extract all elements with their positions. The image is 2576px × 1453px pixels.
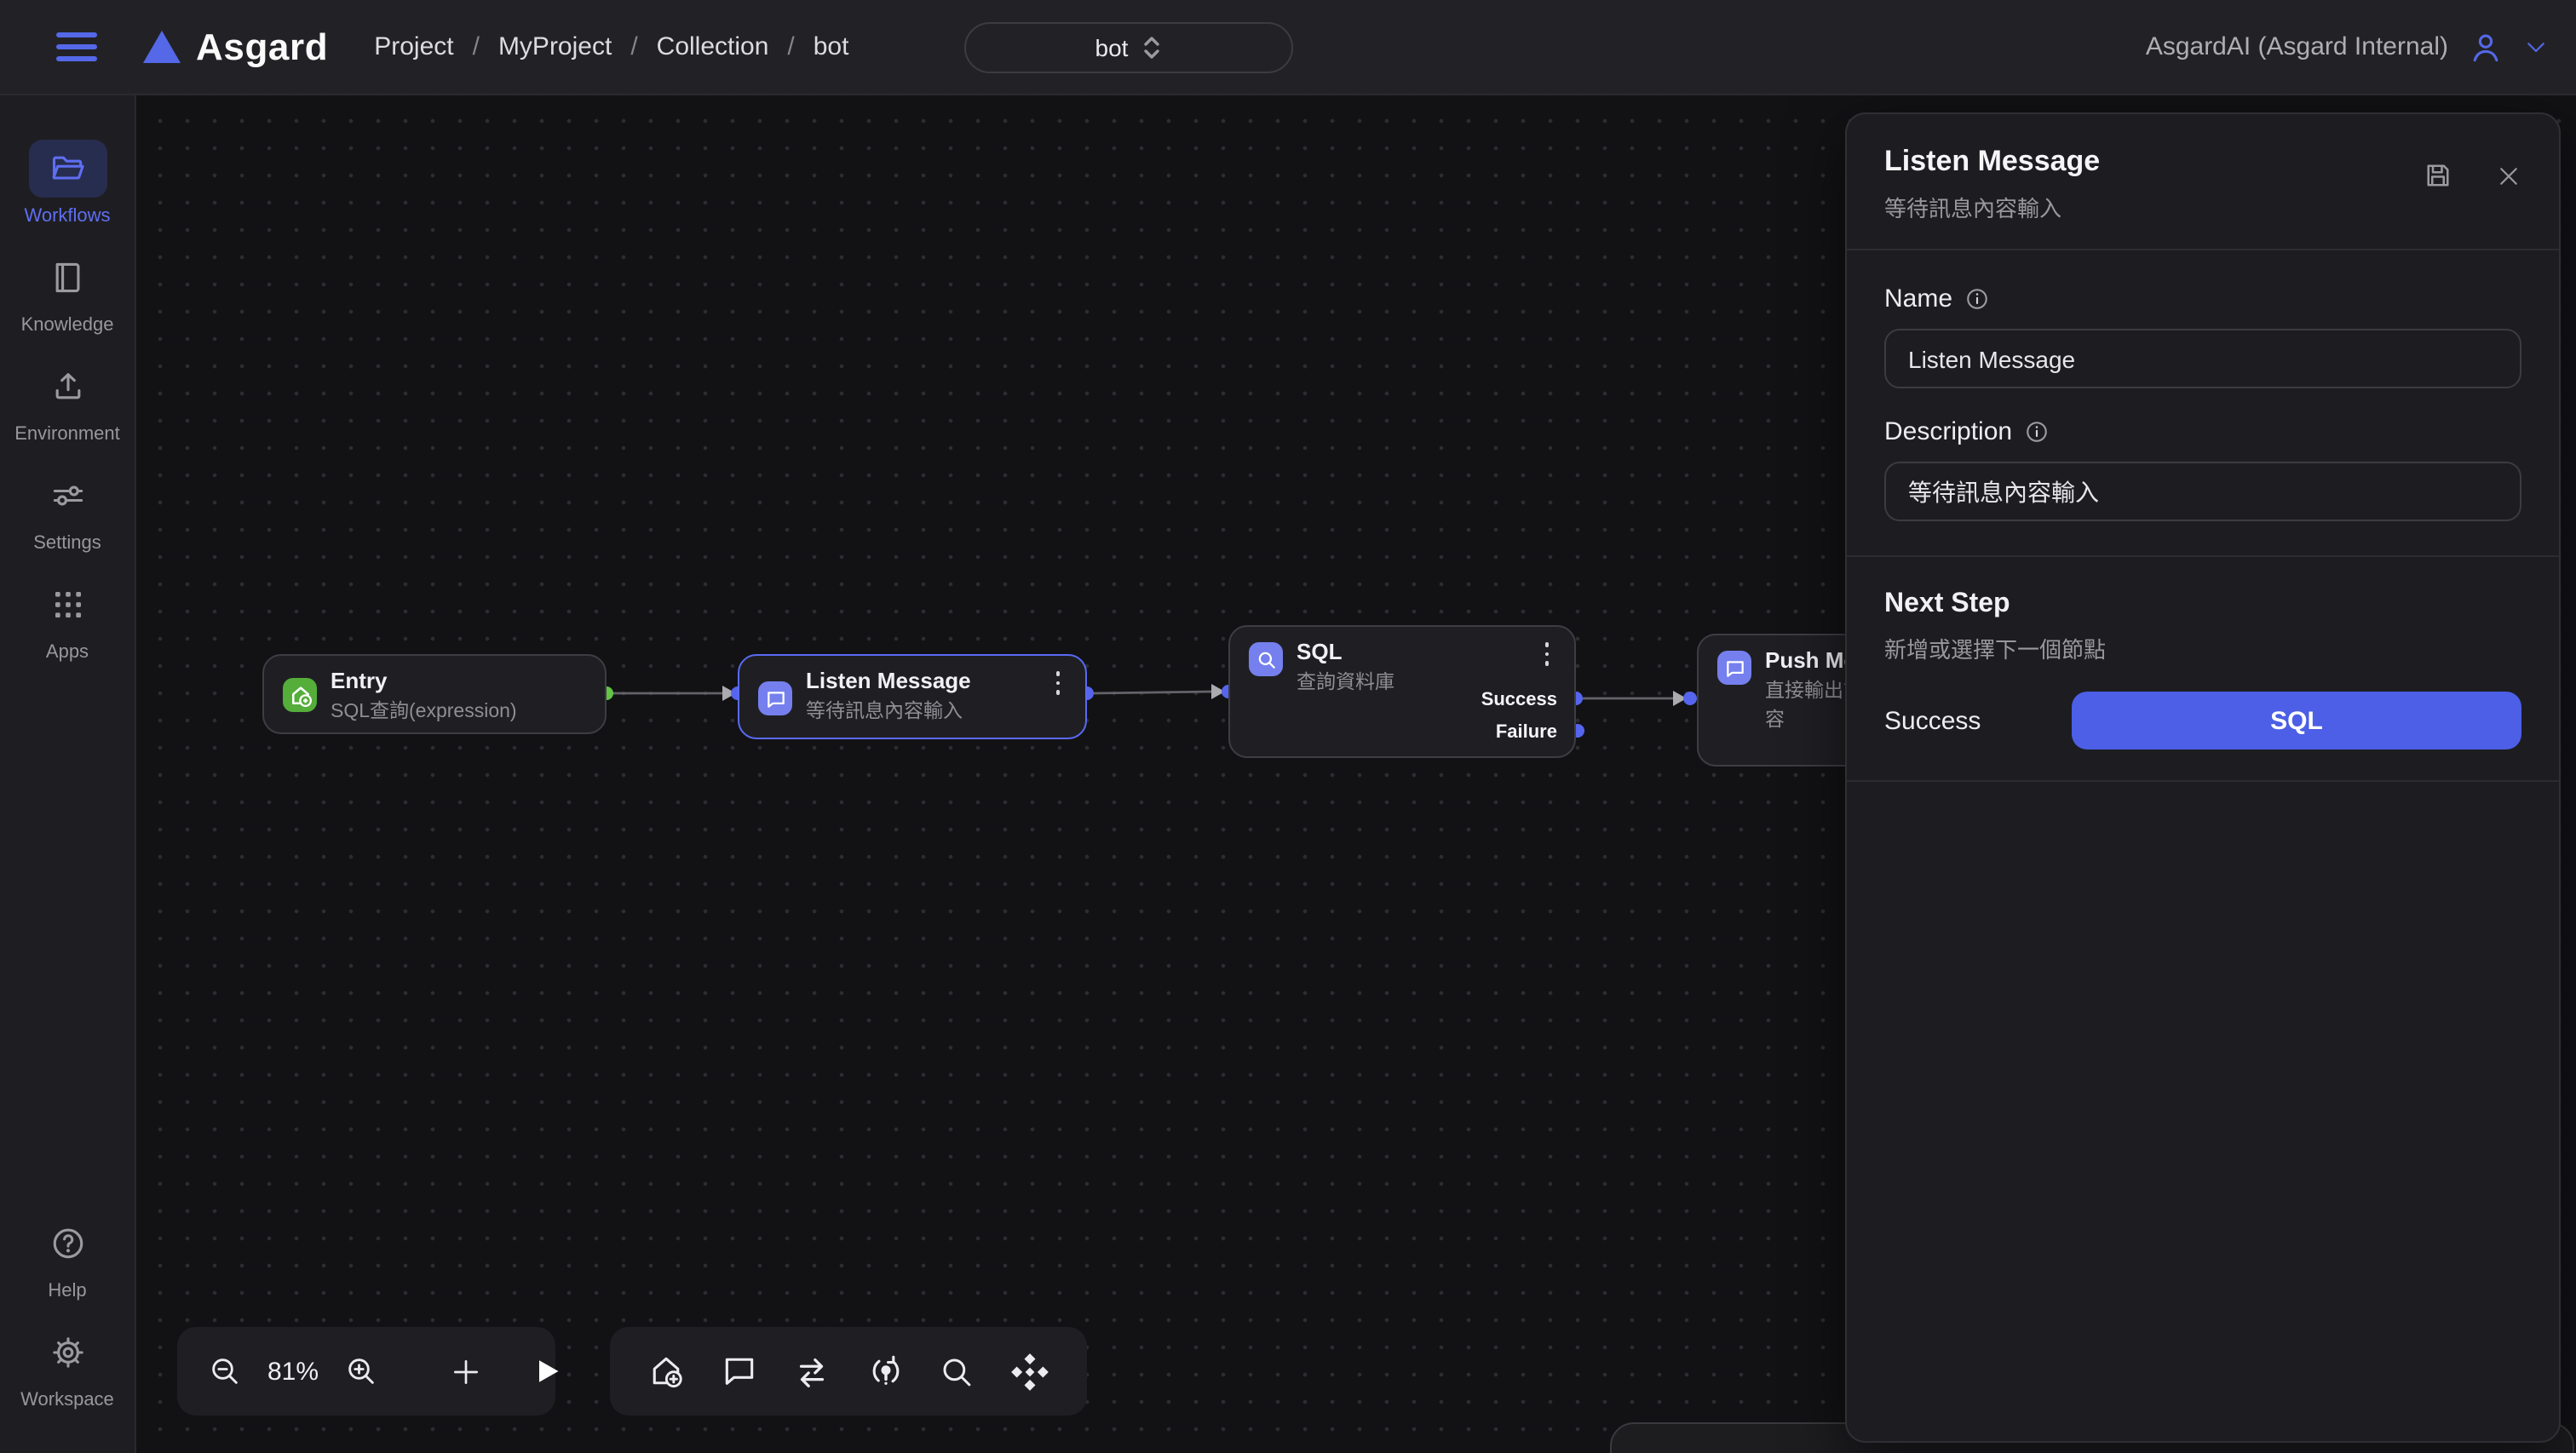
transfer-node-icon[interactable]: [792, 1352, 831, 1391]
breadcrumb: Project / MyProject / Collection / bot: [374, 32, 848, 61]
sidebar-item-label: Apps: [46, 642, 89, 663]
breadcrumb-item-bot[interactable]: bot: [814, 32, 849, 61]
workflow-select[interactable]: bot: [964, 22, 1293, 73]
panel-header: Listen Message 等待訊息內容輸入: [1847, 114, 2559, 250]
node-title: Listen Message: [806, 668, 971, 693]
info-icon[interactable]: [2024, 419, 2050, 445]
field-label-text: Name: [1884, 284, 1952, 313]
sidebar-item-label: Workspace: [20, 1390, 114, 1410]
info-icon[interactable]: [1964, 286, 1990, 312]
sidebar-item-label: Environment: [14, 424, 120, 445]
breadcrumb-separator: /: [787, 32, 794, 61]
breadcrumb-item-collection[interactable]: Collection: [657, 32, 769, 61]
node-title: SQL: [1297, 639, 1342, 664]
next-step-row: Success SQL: [1884, 692, 2521, 749]
sidebar-item-label: Help: [48, 1281, 86, 1301]
next-step-title: Next Step: [1884, 557, 2521, 620]
logo-triangle-icon: [143, 31, 181, 63]
message-node-icon[interactable]: [720, 1352, 757, 1390]
panel-subtitle: 等待訊息內容輸入: [1884, 191, 2521, 223]
zoom-in-icon[interactable]: [344, 1354, 378, 1388]
name-field-label: Name: [1884, 284, 2521, 313]
menu-icon[interactable]: [56, 26, 97, 68]
sidebar: Workflows Knowledge Environment Settings: [0, 95, 136, 1453]
name-input[interactable]: [1884, 329, 2521, 388]
chat-bubble-icon: [758, 681, 792, 715]
chat-bubble-icon: [1717, 651, 1751, 685]
sidebar-item-label: Settings: [33, 533, 101, 554]
node-output-failure: Failure: [1496, 722, 1557, 743]
close-icon[interactable]: [2496, 163, 2521, 188]
search-node-icon[interactable]: [940, 1353, 975, 1389]
sidebar-item-apps[interactable]: Apps: [6, 576, 129, 663]
account-menu[interactable]: AsgardAI (Asgard Internal): [2146, 28, 2549, 66]
node-entry[interactable]: Entry SQL查詢(expression): [262, 654, 607, 734]
breadcrumb-item-myproject[interactable]: MyProject: [498, 32, 612, 61]
node-title: Entry: [331, 668, 387, 693]
sidebar-item-label: Workflows: [24, 206, 110, 227]
folder-icon: [28, 140, 106, 198]
zoom-toolbar: 81%: [177, 1327, 555, 1416]
sidebar-item-workflows[interactable]: Workflows: [6, 140, 129, 227]
intent-node-icon[interactable]: [867, 1352, 905, 1390]
sidebar-item-help[interactable]: Help: [6, 1215, 129, 1301]
panel-divider: [1847, 780, 2559, 782]
save-icon[interactable]: [2423, 160, 2453, 191]
home-plus-icon: [283, 678, 317, 712]
sidebar-item-label: Knowledge: [21, 315, 114, 336]
zoom-level: 81%: [264, 1357, 322, 1386]
move-node-icon[interactable]: [1010, 1352, 1049, 1391]
add-node-icon[interactable]: [450, 1355, 482, 1387]
breadcrumb-separator: /: [630, 32, 637, 61]
field-label-text: Description: [1884, 417, 2012, 446]
chevron-down-icon: [2523, 34, 2549, 60]
sidebar-item-workspace[interactable]: Workspace: [6, 1324, 129, 1410]
node-output-success: Success: [1481, 690, 1557, 710]
book-icon: [28, 249, 106, 307]
description-field-label: Description: [1884, 417, 2521, 446]
user-icon: [2467, 28, 2504, 66]
next-step-target-button[interactable]: SQL: [2072, 692, 2521, 749]
next-step-branch-label: Success: [1884, 706, 2072, 735]
select-updown-icon: [1141, 36, 1162, 60]
sidebar-item-environment[interactable]: Environment: [6, 358, 129, 445]
node-menu-icon[interactable]: [1055, 671, 1060, 694]
app-logo[interactable]: Asgard: [143, 25, 328, 69]
description-input[interactable]: [1884, 462, 2521, 521]
workflow-select-value: bot: [1095, 34, 1129, 61]
node-palette-toolbar: [610, 1327, 1087, 1416]
breadcrumb-item-project[interactable]: Project: [374, 32, 453, 61]
upload-icon: [28, 358, 106, 416]
sidebar-item-settings[interactable]: Settings: [6, 467, 129, 554]
breadcrumb-separator: /: [473, 32, 480, 61]
port-push-in: [1683, 692, 1697, 705]
account-label: AsgardAI (Asgard Internal): [2146, 32, 2448, 61]
node-config-panel: Listen Message 等待訊息內容輸入 Name: [1845, 112, 2561, 1443]
zoom-out-icon[interactable]: [208, 1354, 242, 1388]
magnifier-icon: [1249, 642, 1283, 676]
node-subtitle: 等待訊息內容輸入: [806, 698, 963, 727]
help-circle-icon: [28, 1215, 106, 1272]
run-workflow-icon[interactable]: [532, 1356, 562, 1387]
node-sql[interactable]: SQL 查詢資料庫 Success Failure: [1228, 625, 1576, 758]
app-root: Asgard Project / MyProject / Collection …: [0, 0, 2576, 1453]
apps-grid-icon: [28, 576, 106, 634]
sliders-icon: [28, 467, 106, 525]
entry-node-icon[interactable]: [647, 1352, 685, 1390]
node-subtitle: 查詢資料庫: [1297, 669, 1394, 698]
sidebar-item-knowledge[interactable]: Knowledge: [6, 249, 129, 336]
top-bar: Asgard Project / MyProject / Collection …: [0, 0, 2576, 95]
gear-icon: [28, 1324, 106, 1381]
node-menu-icon[interactable]: [1544, 642, 1549, 665]
logo-text: Asgard: [196, 25, 328, 69]
node-listen-message[interactable]: Listen Message 等待訊息內容輸入: [738, 654, 1087, 739]
next-step-subtitle: 新增或選擇下一個節點: [1884, 632, 2521, 664]
node-subtitle: SQL查詢(expression): [331, 698, 517, 727]
